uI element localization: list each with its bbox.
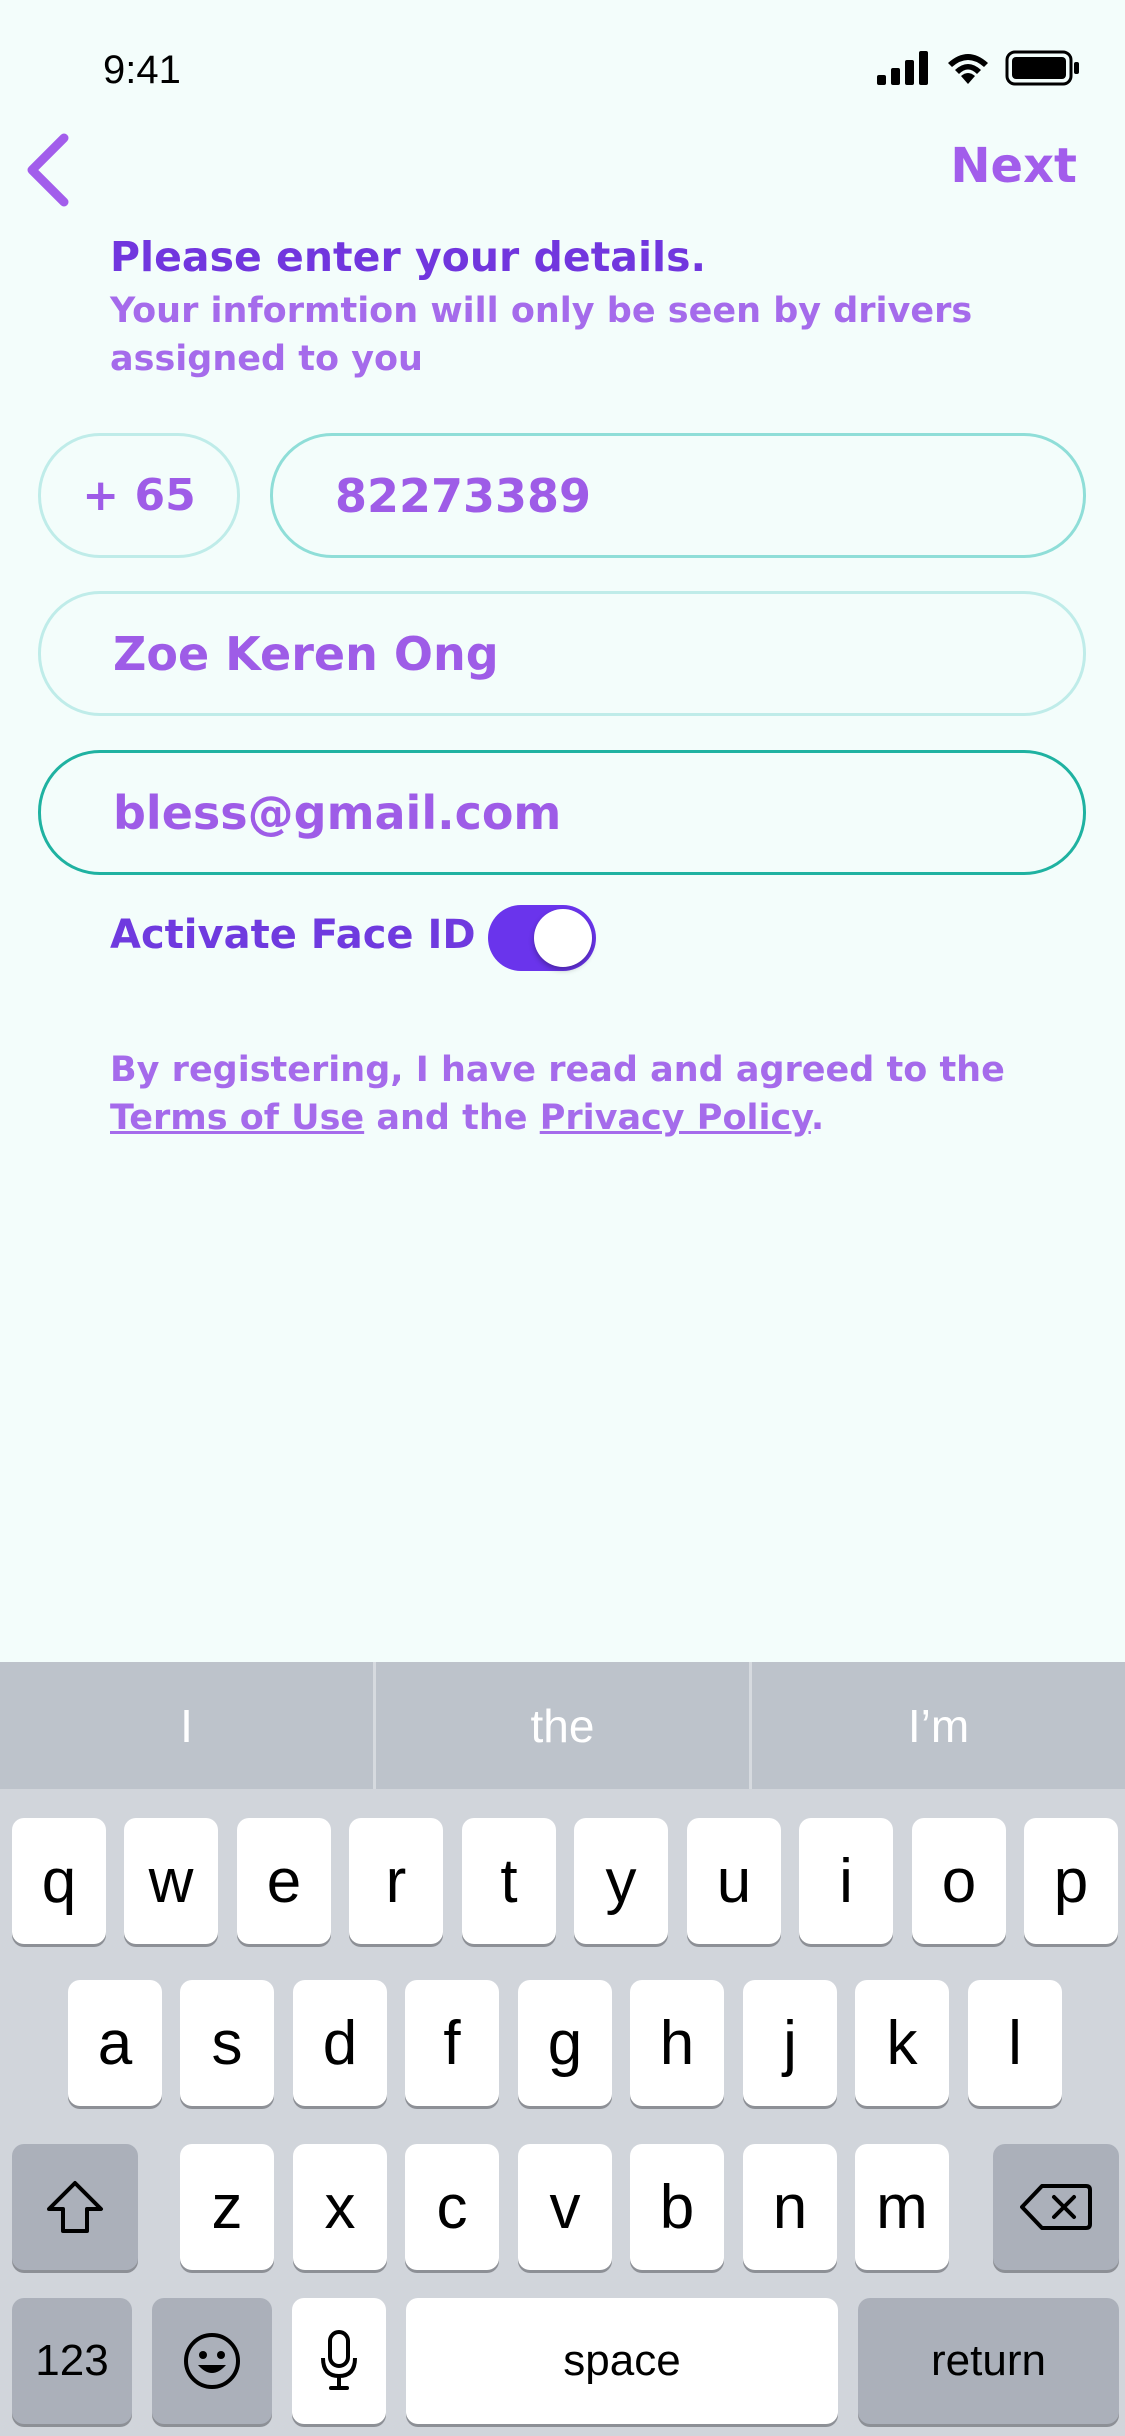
microphone-icon [321, 2330, 357, 2390]
toggle-knob [534, 909, 592, 967]
emoji-key[interactable] [152, 2298, 272, 2424]
key-t[interactable]: t [462, 1818, 556, 1944]
terms-suffix: . [810, 1098, 825, 1138]
status-time: 9:41 [103, 48, 181, 92]
key-j[interactable]: j [743, 1980, 837, 2106]
space-key[interactable]: space [406, 2298, 838, 2424]
chevron-left-icon [27, 133, 69, 207]
key-n[interactable]: n [743, 2144, 837, 2270]
key-q[interactable]: q [12, 1818, 106, 1944]
key-i[interactable]: i [799, 1818, 893, 1944]
key-p[interactable]: p [1024, 1818, 1118, 1944]
page-subtitle: Your informtion will only be seen by dri… [110, 291, 973, 379]
return-key[interactable]: return [858, 2298, 1119, 2424]
email-value: bless@gmail.com [113, 785, 562, 840]
key-u[interactable]: u [687, 1818, 781, 1944]
name-field[interactable]: Zoe Keren Ong [38, 591, 1086, 716]
phone-value: 82273389 [335, 468, 592, 523]
status-icons [877, 50, 1081, 86]
signal-icon [877, 51, 928, 85]
key-a[interactable]: a [68, 1980, 162, 2106]
emoji-icon [184, 2333, 240, 2389]
suggestion-2[interactable]: the [376, 1662, 752, 1789]
page-title: Please enter your details. [110, 233, 707, 281]
email-field[interactable]: bless@gmail.com [38, 750, 1086, 875]
key-r[interactable]: r [349, 1818, 443, 1944]
key-y[interactable]: y [574, 1818, 668, 1944]
key-c[interactable]: c [405, 2144, 499, 2270]
suggestion-bar: I the I’m [0, 1662, 1125, 1789]
phone-field[interactable]: 82273389 [270, 433, 1086, 558]
key-x[interactable]: x [293, 2144, 387, 2270]
key-v[interactable]: v [518, 2144, 612, 2270]
key-h[interactable]: h [630, 1980, 724, 2106]
keyboard: I the I’m q w e r t y u i o p a s d f g … [0, 1662, 1125, 2436]
suggestion-3[interactable]: I’m [752, 1662, 1125, 1789]
key-w[interactable]: w [124, 1818, 218, 1944]
key-m[interactable]: m [855, 2144, 949, 2270]
shift-icon [47, 2181, 103, 2233]
faceid-label: Activate Face ID [110, 912, 476, 958]
microphone-key[interactable] [292, 2298, 386, 2424]
key-k[interactable]: k [855, 1980, 949, 2106]
backspace-icon [1020, 2184, 1092, 2230]
next-button[interactable]: Next [950, 138, 1077, 194]
key-f[interactable]: f [405, 1980, 499, 2106]
faceid-toggle[interactable] [488, 905, 596, 971]
battery-icon [1005, 50, 1079, 86]
backspace-key[interactable] [993, 2144, 1119, 2270]
key-b[interactable]: b [630, 2144, 724, 2270]
key-z[interactable]: z [180, 2144, 274, 2270]
wifi-icon [948, 54, 988, 84]
key-s[interactable]: s [180, 1980, 274, 2106]
shift-key[interactable] [12, 2144, 138, 2270]
terms-of-use-link[interactable]: Terms of Use [110, 1098, 364, 1138]
key-o[interactable]: o [912, 1818, 1006, 1944]
key-d[interactable]: d [293, 1980, 387, 2106]
key-e[interactable]: e [237, 1818, 331, 1944]
country-code-value: + 65 [82, 470, 196, 521]
terms-text: By registering, I have read and agreed t… [110, 1046, 1070, 1142]
terms-prefix: By registering, I have read and agreed t… [110, 1050, 1005, 1090]
country-code-field[interactable]: + 65 [38, 433, 240, 558]
suggestion-1[interactable]: I [0, 1662, 376, 1789]
key-l[interactable]: l [968, 1980, 1062, 2106]
name-value: Zoe Keren Ong [113, 626, 499, 681]
numbers-key[interactable]: 123 [12, 2298, 132, 2424]
privacy-policy-link[interactable]: Privacy Policy [540, 1098, 811, 1138]
key-g[interactable]: g [518, 1980, 612, 2106]
back-button[interactable] [24, 130, 74, 210]
terms-middle: and the [376, 1098, 528, 1138]
